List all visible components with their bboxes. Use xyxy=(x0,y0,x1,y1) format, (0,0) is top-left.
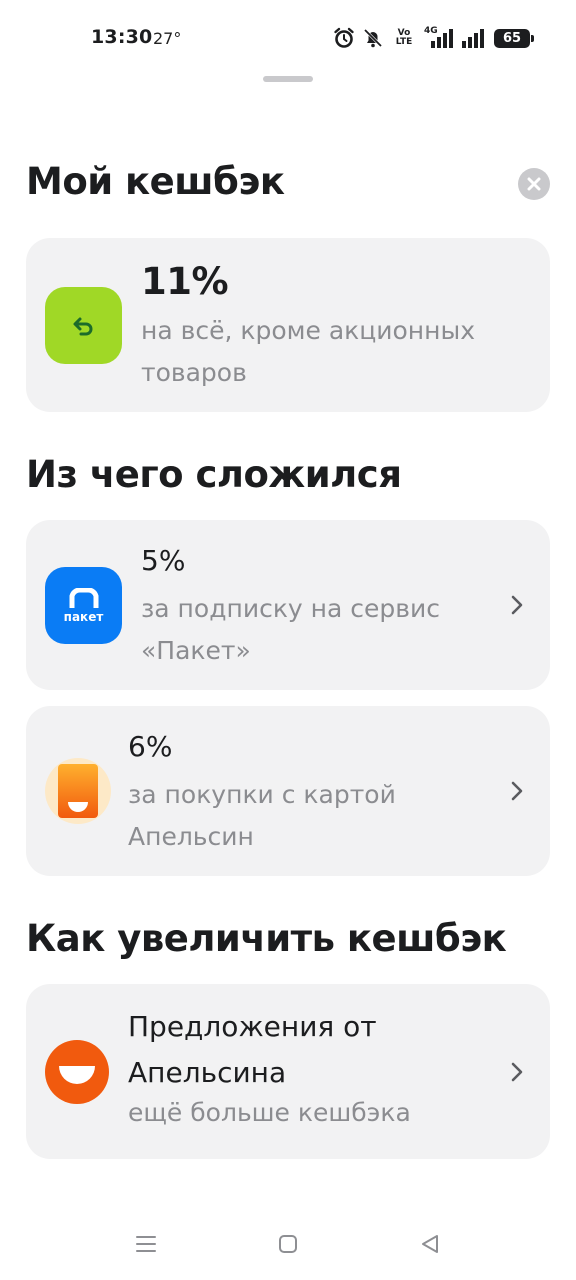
alarm-icon xyxy=(333,27,355,49)
mute-bell-icon xyxy=(362,27,384,49)
recent-apps-button[interactable] xyxy=(132,1230,160,1258)
chevron-right-icon xyxy=(511,595,523,615)
apelsin-card-icon xyxy=(45,758,111,824)
total-cashback-value: 11% xyxy=(141,260,229,303)
paket-description: за подписку на сервис «Пакет» xyxy=(141,594,440,665)
back-button[interactable] xyxy=(416,1230,444,1258)
apelsin-percent: 6% xyxy=(128,730,173,763)
status-bar: 13:30 27° Vo LTE 4G 65 xyxy=(0,0,576,78)
chevron-right-icon xyxy=(511,781,523,801)
home-square-icon xyxy=(279,1235,297,1253)
apelsin-offers-card[interactable]: Предложения от Апельсина ещё больше кешб… xyxy=(26,984,550,1159)
signal-4g-icon: 4G xyxy=(424,26,454,49)
composition-title: Из чего сложился xyxy=(26,453,402,496)
total-cashback-description: на всё, кроме акционных товаров xyxy=(141,316,476,387)
apelsin-description: за покупки с картой Апельсин xyxy=(128,780,396,851)
sheet-drag-handle[interactable] xyxy=(263,76,313,82)
offers-description: ещё больше кешбэка xyxy=(128,1098,411,1127)
apelsin-card-purchases-card[interactable]: 6% за покупки с картой Апельсин xyxy=(26,706,550,876)
increase-cashback-title: Как увеличить кешбэк xyxy=(26,917,507,960)
status-temperature: 27° xyxy=(153,29,182,48)
battery-icon: 65 xyxy=(494,28,534,48)
close-icon xyxy=(527,177,541,191)
menu-icon xyxy=(136,1236,156,1252)
paket-logo-icon: пакет xyxy=(45,567,122,644)
paket-percent: 5% xyxy=(141,544,186,577)
status-time: 13:30 xyxy=(91,26,153,48)
chevron-right-icon xyxy=(511,1062,523,1082)
volte-icon: Vo LTE xyxy=(395,28,413,47)
page-title: Мой кешбэк xyxy=(26,160,285,203)
cashback-return-icon xyxy=(45,287,122,364)
total-cashback-card: 11% на всё, кроме акционных товаров xyxy=(26,238,550,412)
home-button[interactable] xyxy=(274,1230,302,1258)
status-icons: Vo LTE 4G 65 xyxy=(333,26,534,50)
back-triangle-icon xyxy=(422,1235,438,1253)
offers-title: Предложения от Апельсина xyxy=(128,1010,377,1089)
apelsin-smile-icon xyxy=(45,1040,109,1104)
close-button[interactable] xyxy=(518,168,550,200)
signal-icon xyxy=(461,27,487,49)
paket-subscription-card[interactable]: пакет 5% за подписку на сервис «Пакет» xyxy=(26,520,550,690)
system-nav-bar xyxy=(0,1216,576,1272)
